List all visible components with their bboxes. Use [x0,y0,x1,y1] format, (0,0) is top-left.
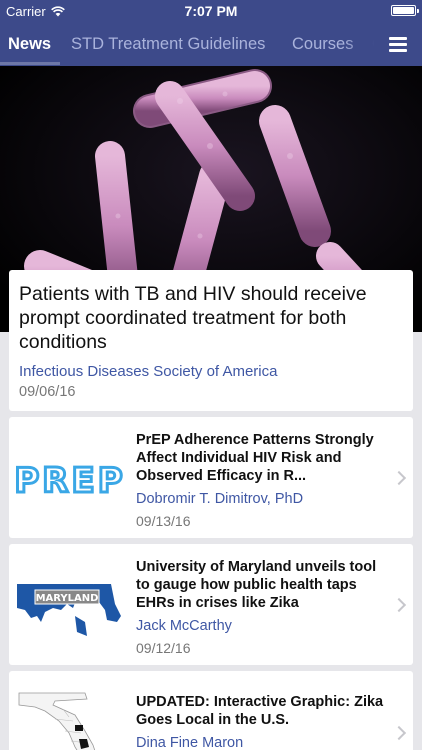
tab-std-treatment-guidelines[interactable]: STD Treatment Guidelines [71,35,265,54]
article-thumbnail: MARYLAND [15,564,125,646]
article-author: Dina Fine Maron [136,735,244,750]
article-card[interactable]: PREP PrEP Adherence Patterns Strongly Af… [9,417,413,538]
article-date: 09/12/16 [136,640,191,656]
chevron-right-icon [391,597,407,613]
prep-logo: PREP [15,437,125,519]
battery-icon [391,5,419,16]
featured-article-card[interactable]: Patients with TB and HIV should receive … [9,270,413,411]
article-title: UPDATED: Interactive Graphic: Zika Goes … [136,694,384,728]
florida-map [15,681,125,750]
hamburger-bar [389,48,407,52]
article-thumbnail: PREP [15,437,125,519]
chevron-right-icon [391,725,407,741]
tab-news[interactable]: News [8,35,51,54]
menu-button[interactable] [374,22,422,66]
article-date: 09/13/16 [136,513,191,529]
maryland-map: MARYLAND [15,564,125,646]
prep-logo-text: PREP [15,461,125,501]
hamburger-bar [389,42,407,46]
hamburger-icon [389,36,407,40]
top-bar: Carrier 7:07 PM News STD Treatment Guide… [0,0,422,66]
article-author: Dobromir T. Dimitrov, PhD [136,491,304,507]
article-thumbnail [15,681,125,750]
chevron-right-icon [391,470,407,486]
article-title: University of Maryland unveils tool to g… [136,559,377,611]
featured-source: Infectious Diseases Society of America [19,363,278,380]
clock: 7:07 PM [184,3,238,19]
article-card[interactable]: MARYLAND University of Maryland unveils … [9,544,413,665]
tab-fade [344,22,374,66]
active-tab-indicator [0,62,60,65]
featured-date: 09/06/16 [19,384,76,400]
featured-title: Patients with TB and HIV should receive … [19,283,367,353]
article-author: Jack McCarthy [136,618,232,634]
maryland-label: MARYLAND [36,593,99,604]
article-title: PrEP Adherence Patterns Strongly Affect … [136,432,374,484]
status-bar: Carrier 7:07 PM [0,0,422,22]
tab-bar: News STD Treatment Guidelines Courses C [0,22,422,66]
article-card[interactable]: UPDATED: Interactive Graphic: Zika Goes … [9,671,413,750]
